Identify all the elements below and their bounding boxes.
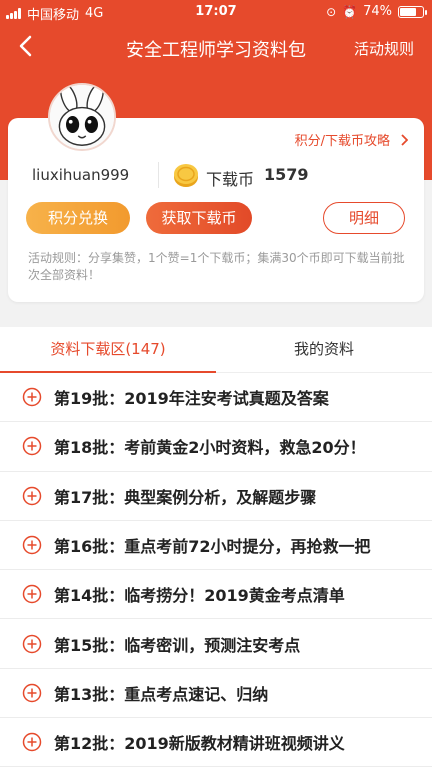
points-strategy-link[interactable]: 积分/下载币攻略	[295, 130, 408, 149]
list-item-label: 第13批：重点考点速记、归纳	[54, 684, 269, 704]
list-item-label: 第18批：考前黄金2小时资料，救急20分！	[54, 438, 366, 458]
list-item[interactable]: 第13批：重点考点速记、归纳	[0, 669, 432, 719]
coin-label: 下载币	[206, 170, 255, 189]
tab-download-area[interactable]: 资料下载区(147)	[0, 327, 216, 373]
list-item-label: 第15批：临考密训，预测注安考点	[54, 635, 301, 655]
activity-rules-text: 活动规则：分享集赞，1个赞=1个下载币；集满30个币即可下载当前批次全部资料！	[28, 251, 405, 282]
battery-icon	[398, 5, 427, 18]
list-item-label: 第17批：典型案例分析，及解题步骤	[54, 487, 317, 507]
materials-list: 第19批：2019年注安考试真题及答案 第18批：考前黄金2小时资料，救急20分…	[0, 373, 432, 771]
nav-bar: 安全工程师学习资料包 活动规则	[0, 24, 432, 70]
expand-plus-icon	[22, 486, 42, 505]
expand-plus-icon	[22, 437, 42, 456]
lock-rotation-icon: ⊙	[326, 4, 337, 19]
expand-plus-icon	[22, 585, 42, 604]
tab-bar: 资料下载区(147) 我的资料	[0, 327, 432, 373]
expand-plus-icon	[22, 634, 42, 653]
list-item[interactable]: 第19批：2019年注安考试真题及答案	[0, 373, 432, 423]
battery-percent: 74%	[363, 4, 392, 19]
rabbit-avatar-icon	[50, 85, 114, 149]
expand-plus-icon	[22, 387, 42, 407]
divider	[158, 162, 159, 188]
points-exchange-button[interactable]: 积分兑换	[26, 202, 130, 234]
expand-plus-icon	[22, 732, 42, 752]
battery-level	[400, 7, 417, 16]
get-coins-button[interactable]: 获取下载币	[146, 202, 252, 234]
list-item-label: 第12批：2019新版教材精讲班视频讲义	[54, 734, 345, 754]
list-item[interactable]: 第14批：临考捞分！2019黄金考点清单	[0, 570, 432, 620]
coin-count: 1579	[264, 165, 309, 184]
strategy-link-label: 积分/下载币攻略	[294, 134, 390, 149]
expand-plus-icon	[22, 535, 42, 555]
avatar[interactable]	[48, 83, 116, 151]
expand-plus-icon	[22, 683, 42, 703]
list-item[interactable]: 第15批：临考密训，预测注安考点	[0, 619, 432, 669]
tab-my-materials[interactable]: 我的资料	[216, 327, 432, 373]
list-item-label: 第19批：2019年注安考试真题及答案	[54, 389, 329, 409]
username: liuxihuan999	[32, 166, 130, 184]
list-item[interactable]: 第16批：重点考前72小时提分，再抢救一把	[0, 521, 432, 571]
list-item-label: 第16批：重点考前72小时提分，再抢救一把	[54, 537, 371, 557]
status-bar: 中国移动 4G 17:07 ⊙ ⏰ 74%	[0, 0, 432, 24]
detail-button[interactable]: 明细	[323, 202, 405, 234]
activity-rules-link[interactable]: 活动规则	[354, 38, 414, 59]
alarm-icon: ⏰	[342, 4, 358, 19]
list-item[interactable]: 第18批：考前黄金2小时资料，救急20分！	[0, 422, 432, 472]
list-item-label: 第14批：临考捞分！2019黄金考点清单	[54, 586, 345, 606]
list-item[interactable]: 第17批：典型案例分析，及解题步骤	[0, 472, 432, 521]
chevron-right-icon	[401, 133, 408, 146]
status-right: ⊙ ⏰ 74%	[326, 4, 427, 19]
coin-icon	[174, 164, 198, 187]
list-item[interactable]: 第12批：2019新版教材精讲班视频讲义	[0, 718, 432, 768]
